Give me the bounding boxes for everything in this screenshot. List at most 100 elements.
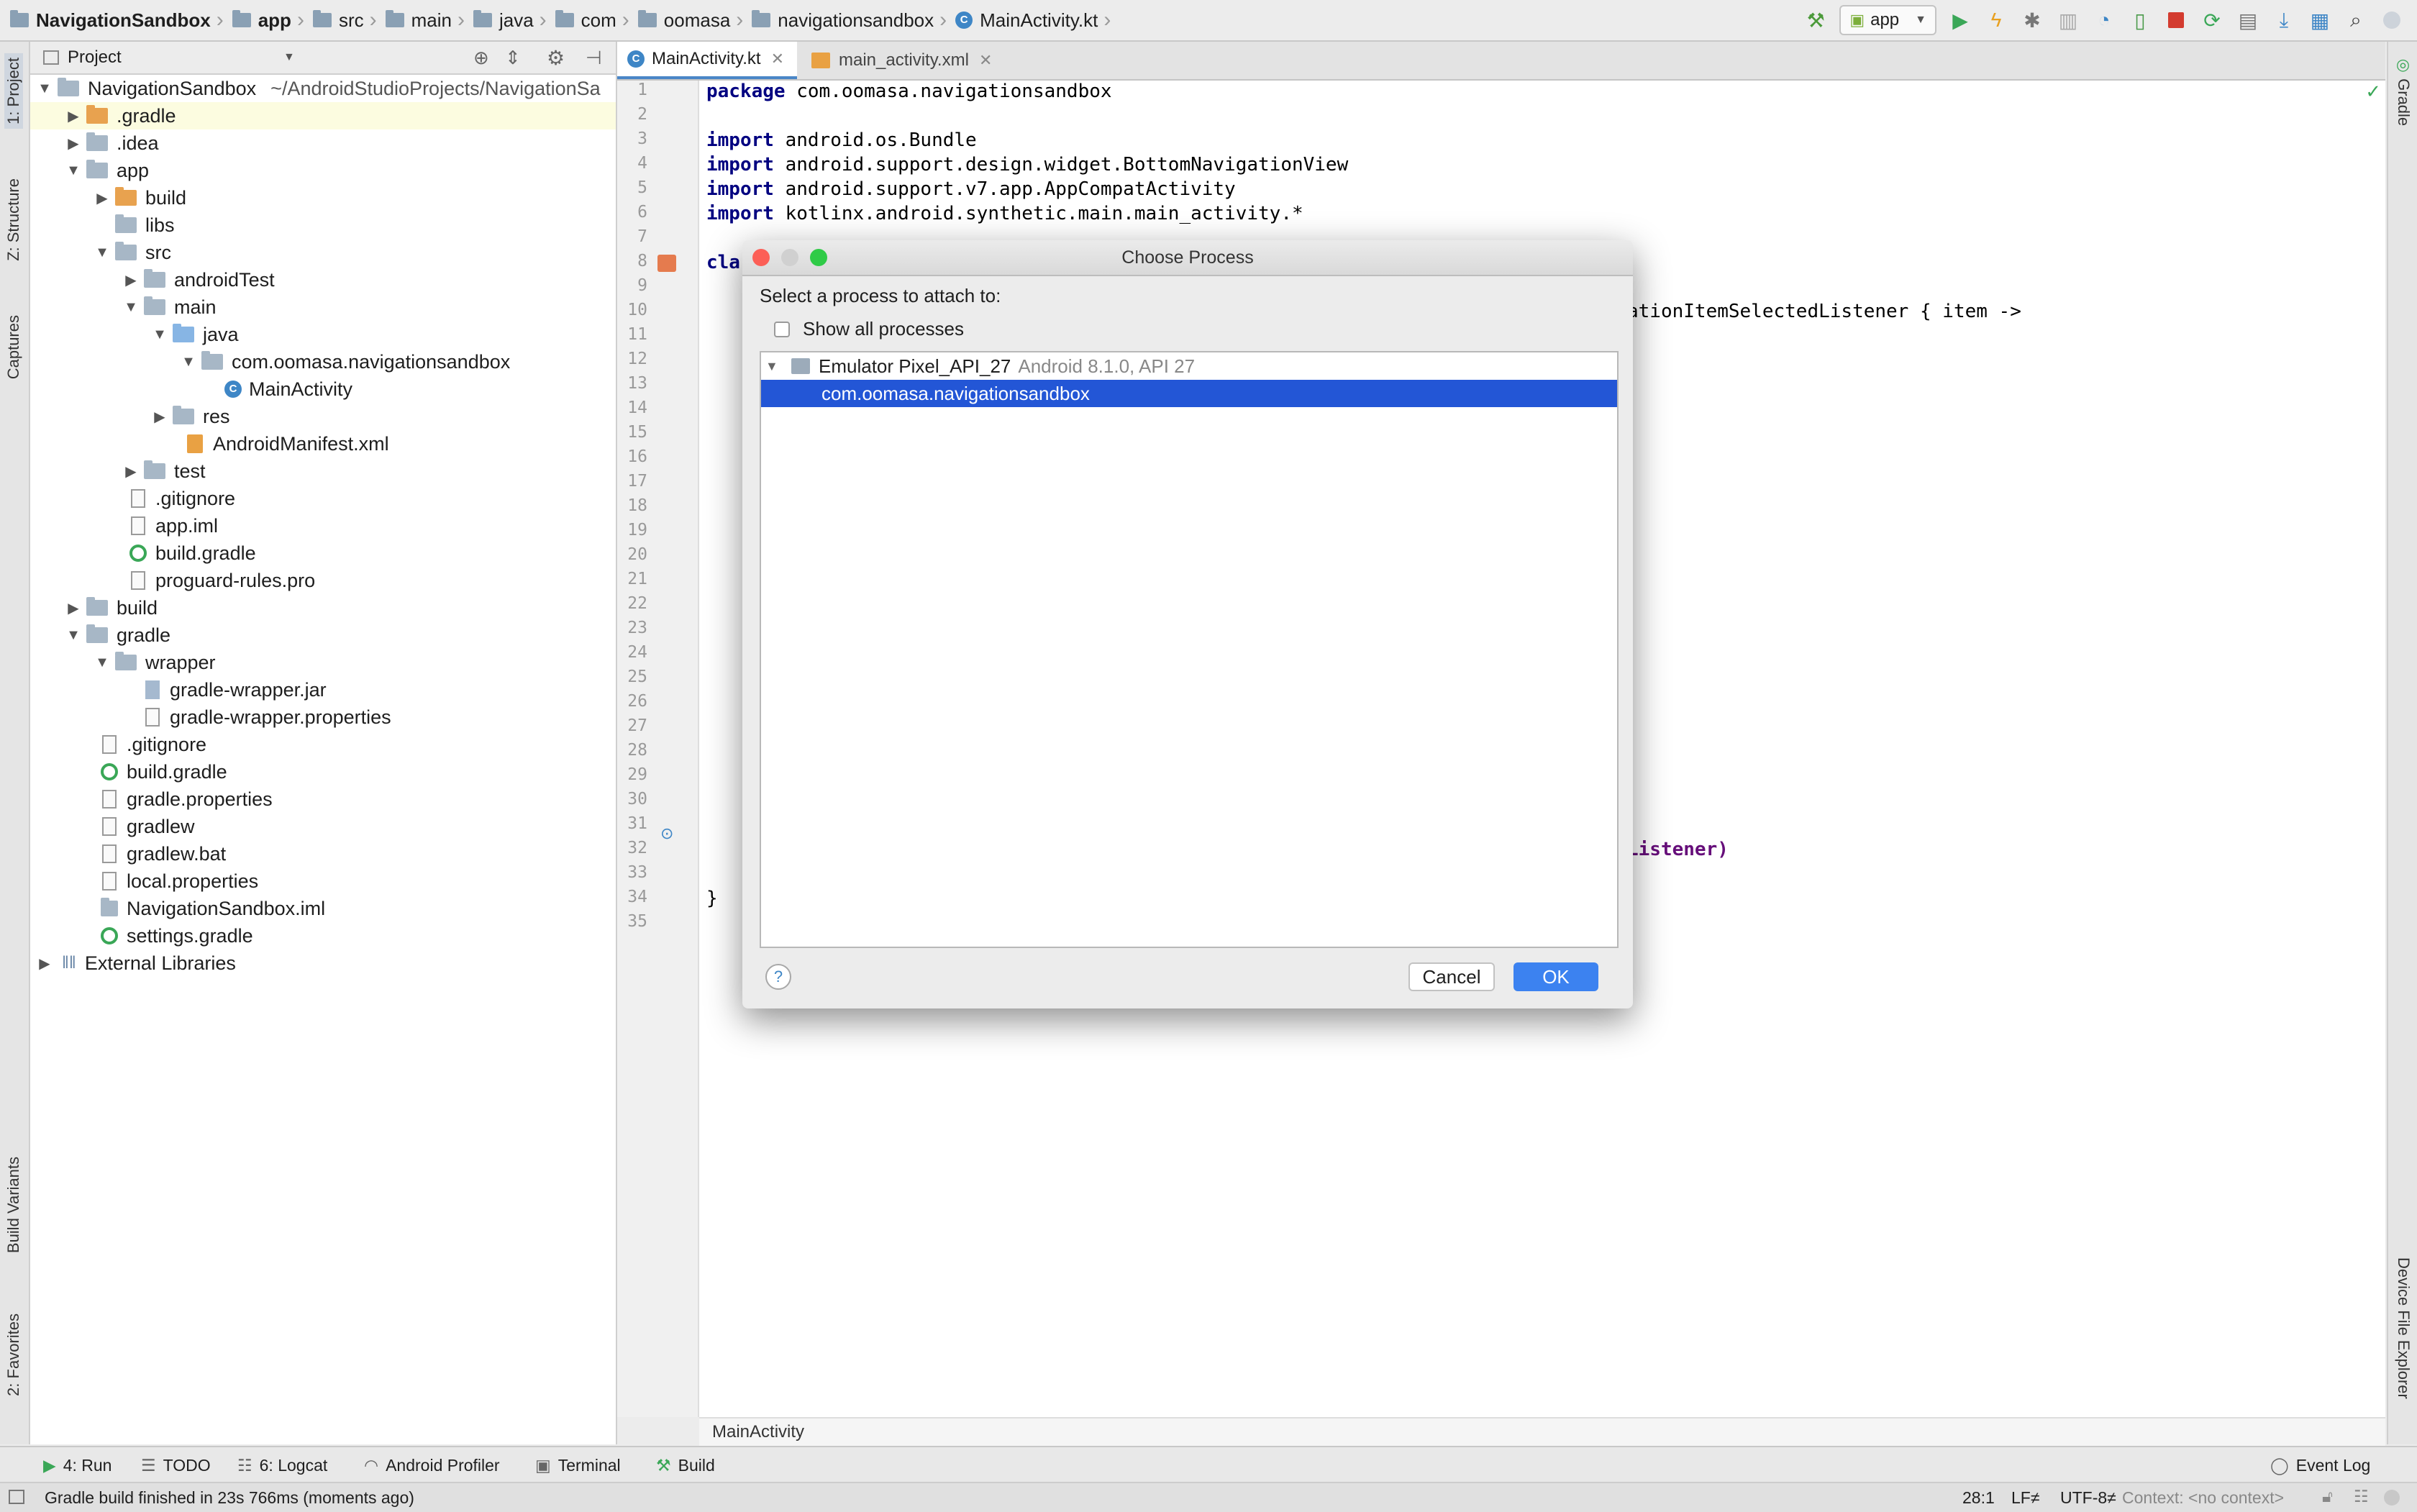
tree-item-main[interactable]: ▼ main [30,293,616,321]
tree-item-androidmanifest[interactable]: AndroidManifest.xml [30,430,616,457]
help-button[interactable]: ? [765,964,791,990]
tree-item-src[interactable]: ▼ src [30,239,616,266]
toolwindow-event-log[interactable]: ◯ Event Log [2270,1447,2370,1483]
tree-item-androidtest[interactable]: ▶ androidTest [30,266,616,293]
stop-icon[interactable] [2164,8,2188,32]
toggle-tool-windows-icon[interactable] [9,1490,24,1504]
encoding-select[interactable]: UTF-8≠ [2060,1488,2116,1508]
tree-item-app-iml[interactable]: app.iml [30,512,616,539]
crumb-com[interactable]: com › [555,8,638,32]
breadcrumb-mainactivity[interactable]: MainActivity [712,1422,804,1442]
toolwindow-terminal[interactable]: ▣ Terminal [535,1447,621,1483]
tree-item-app-build-gradle[interactable]: build.gradle [30,539,616,567]
tab-gradle[interactable]: ◎ Gradle [2394,56,2413,126]
collapse-all-icon[interactable]: ⇕ [505,47,521,69]
tree-item-external-libraries[interactable]: ▶ ǁǁ External Libraries [30,949,616,977]
tree-item-test[interactable]: ▶ test [30,457,616,485]
toolwindow-android-profiler[interactable]: ◠ Android Profiler [364,1447,500,1483]
tree-item-local-properties[interactable]: local.properties [30,867,616,895]
tree-item-java[interactable]: ▼ java [30,321,616,348]
ok-button[interactable]: OK [1514,962,1598,991]
crumb-mainactivity[interactable]: C MainActivity.kt › [955,8,1119,32]
close-icon[interactable]: ✕ [771,50,784,68]
close-icon[interactable]: ✕ [979,51,992,70]
gear-icon[interactable]: ⚙ [547,46,565,70]
crumb-main[interactable]: main › [385,8,473,32]
tree-item-idea[interactable]: ▶ .idea [30,129,616,157]
tree-item-package[interactable]: ▼ com.oomasa.navigationsandbox [30,348,616,375]
tree-item-settings-gradle[interactable]: settings.gradle [30,922,616,949]
crumb-project[interactable]: NavigationSandbox › [10,8,232,32]
attach-debugger-icon[interactable]: ▯ [2128,8,2152,32]
close-window-button[interactable] [752,249,770,266]
git-icon[interactable]: ☷ [2354,1487,2369,1506]
tab-build-variants[interactable]: Build Variants [4,1157,23,1253]
tree-item-app-gitignore[interactable]: .gitignore [30,485,616,512]
toolwindow-run[interactable]: ▶ 4: Run [43,1447,111,1483]
tree-item-wrapper-properties[interactable]: gradle-wrapper.properties [30,703,616,731]
tree-item-app-build[interactable]: ▶ build [30,184,616,211]
context-select[interactable]: Context: <no context> [2122,1488,2284,1508]
tree-item-gradle-dir[interactable]: ▶ .gradle [30,102,616,129]
run-icon[interactable]: ▶ [1948,8,1972,32]
tab-favorites[interactable]: 2: Favorites [4,1313,23,1396]
crumb-java[interactable]: java › [473,8,555,32]
tab-project[interactable]: 1: Project [4,53,23,129]
search-icon[interactable]: ⌕ [2344,8,2368,32]
make-project-hammer-icon[interactable]: ⚒ [1803,8,1828,32]
status-message[interactable]: Gradle build finished in 23s 766ms (mome… [45,1488,414,1508]
apply-changes-lightning-icon[interactable]: ϟ [1984,8,2008,32]
tree-item-gradle[interactable]: ▼ gradle [30,621,616,649]
chevron-down-icon[interactable]: ▼ [283,51,295,64]
tab-device-file-explorer[interactable]: Device File Explorer [2394,1257,2413,1399]
tree-item-root[interactable]: ▼ NavigationSandbox ~/AndroidStudioProject… [30,75,616,102]
minimize-window-button[interactable] [781,249,798,266]
tab-main-activity-xml[interactable]: main_activity.xml ✕ [801,42,1016,79]
tab-captures[interactable]: Captures [4,315,23,379]
tree-item-gitignore[interactable]: .gitignore [30,731,616,758]
zoom-window-button[interactable] [810,249,827,266]
tree-item-mainactivity[interactable]: C MainActivity [30,375,616,403]
crumb-navigationsandbox[interactable]: navigationsandbox › [752,8,955,32]
tree-item-build[interactable]: ▶ build [30,594,616,621]
caret-position[interactable]: 28:1 [1962,1488,1995,1508]
tree-item-gradlew-bat[interactable]: gradlew.bat [30,840,616,867]
line-separator-select[interactable]: LF≠ [2011,1488,2039,1508]
profile-gauge-icon[interactable]: ◔ [2092,8,2116,32]
tree-item-libs[interactable]: libs [30,211,616,239]
tree-item-wrapper[interactable]: ▼ wrapper [30,649,616,676]
tree-item-app[interactable]: ▼ app [30,157,616,184]
crumb-app[interactable]: app › [232,8,313,32]
cancel-button[interactable]: Cancel [1408,962,1495,991]
crumb-src[interactable]: src › [312,8,386,32]
activity-gutter-icon[interactable] [657,255,676,272]
toolwindow-build[interactable]: ⚒ Build [656,1447,715,1483]
read-only-lock-icon[interactable]: 🔓︎ [2322,1487,2333,1506]
avd-manager-icon[interactable]: ▤ [2236,8,2260,32]
process-row-selected[interactable]: com.oomasa.navigationsandbox [761,380,1617,407]
tree-item-gradle-properties[interactable]: gradle.properties [30,785,616,813]
scroll-from-source-icon[interactable]: ⊕ [473,47,489,69]
tab-mainactivity-kt[interactable]: C MainActivity.kt ✕ [617,42,797,79]
project-structure-icon[interactable]: ▦ [2308,8,2332,32]
debug-bug-icon[interactable]: ✱ [2020,8,2044,32]
tree-item-proguard[interactable]: proguard-rules.pro [30,567,616,594]
memory-indicator-icon[interactable] [2384,1490,2400,1506]
run-configuration-select[interactable]: ▣ app ▼ [1839,5,1936,35]
toolwindow-todo[interactable]: ☰ TODO [141,1447,211,1483]
checkbox-box[interactable] [774,321,790,337]
tab-structure[interactable]: Z: Structure [4,178,23,261]
override-gutter-icon[interactable]: ⊙ [660,824,673,843]
tree-item-iml[interactable]: NavigationSandbox.iml [30,895,616,922]
tree-item-build-gradle[interactable]: build.gradle [30,758,616,785]
tree-item-wrapper-jar[interactable]: gradle-wrapper.jar [30,676,616,703]
toolwindow-logcat[interactable]: ☷ 6: Logcat [237,1447,327,1483]
chevron-down-icon[interactable]: ▼ [765,359,780,374]
process-list[interactable]: ▼ Emulator Pixel_API_27 Android 8.1.0, A… [760,351,1619,948]
show-all-processes-checkbox[interactable]: Show all processes [774,318,964,340]
coverage-icon[interactable]: ▥ [2056,8,2080,32]
crumb-oomasa[interactable]: oomasa › [637,8,752,32]
tree-item-res[interactable]: ▶ res [30,403,616,430]
tree-item-gradlew[interactable]: gradlew [30,813,616,840]
device-row[interactable]: ▼ Emulator Pixel_API_27 Android 8.1.0, A… [761,352,1617,380]
